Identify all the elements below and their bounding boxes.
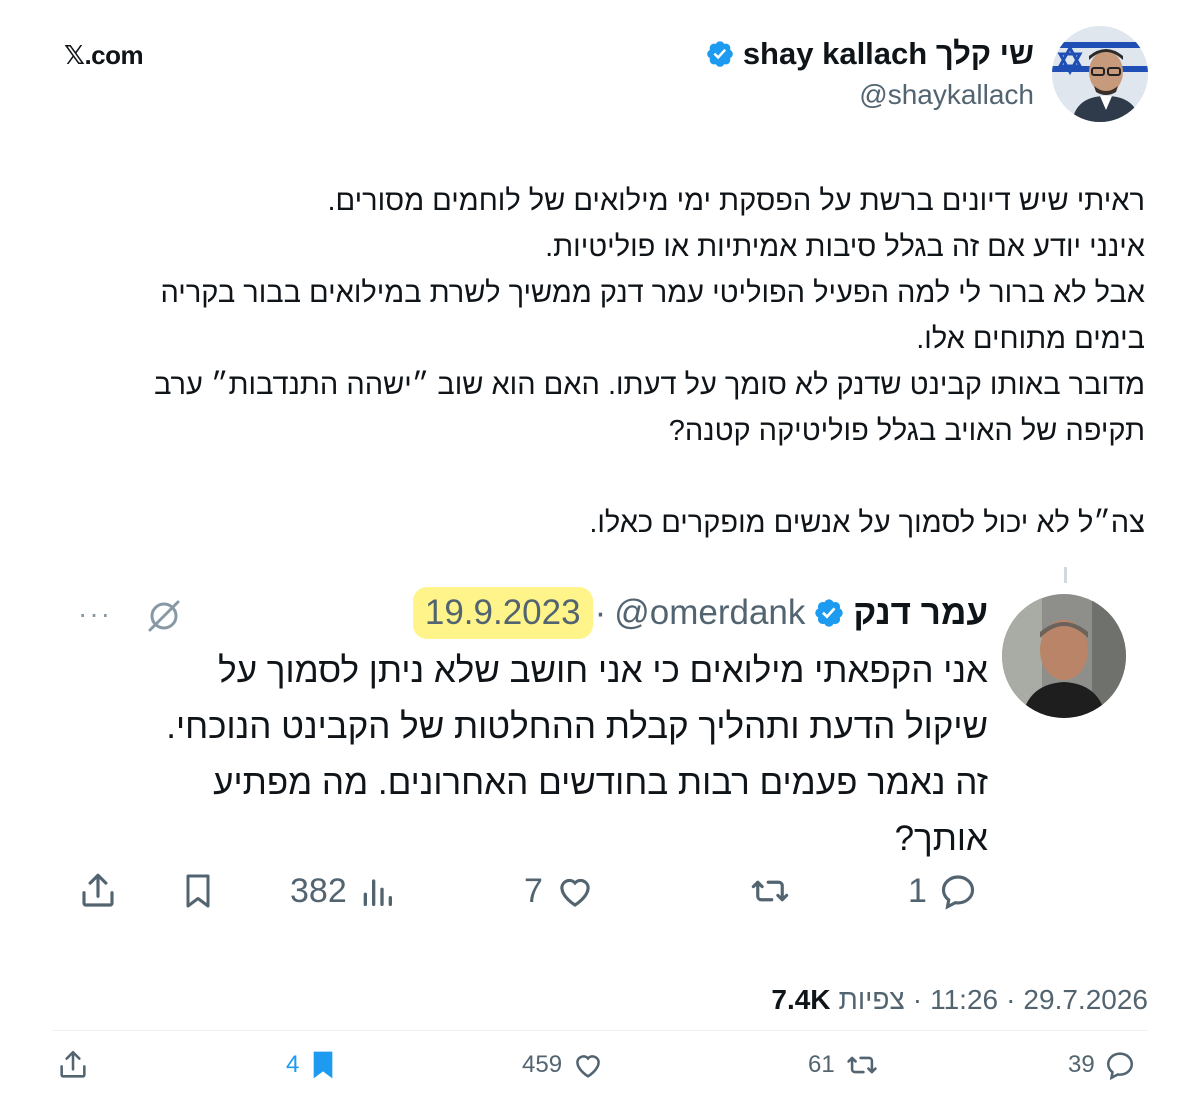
quoted-like-button[interactable]: 7 — [524, 870, 597, 912]
reply-icon — [1106, 1052, 1133, 1081]
separator-dot: · — [1006, 984, 1016, 1015]
analytics-icon — [363, 879, 392, 906]
tweet-paragraph: אבל לא ברור לי למה הפעיל הפוליטי עמר דנק… — [160, 277, 1145, 355]
author-name-row[interactable]: shay kallach שי קלך — [705, 36, 1034, 72]
quoted-author-name: עמר דנק — [853, 593, 988, 632]
reply-count: 39 — [1068, 1051, 1095, 1078]
more-options-icon[interactable]: ··· — [78, 598, 112, 630]
tweet-text: ראיתי שיש דיונים ברשת על הפסקת ימי מילוא… — [95, 178, 1145, 546]
quoted-views[interactable]: 382 — [290, 870, 397, 912]
bookmark-filled-icon — [314, 1051, 333, 1079]
quoted-line: זה נאמר פעמים רבות בחודשים האחרונים. מה … — [213, 763, 988, 802]
tweet-paragraph: ראיתי שיש דיונים ברשת על הפסקת ימי מילוא… — [327, 185, 1145, 217]
repost-count: 61 — [808, 1051, 835, 1078]
share-button[interactable] — [56, 1048, 90, 1082]
quoted-date-highlighted[interactable]: 19.9.2023 — [418, 593, 587, 633]
quoted-reply-button[interactable]: 1 — [908, 870, 979, 912]
like-button[interactable]: 459 — [522, 1048, 606, 1082]
tweet-meta: 7.4K צפיות · 11:26 · 29.7.2026 — [771, 984, 1148, 1016]
quoted-line: שיקול הדעת ותהליך קבלת ההחלטות של הקבינט… — [166, 707, 988, 746]
bookmark-icon — [186, 874, 210, 908]
quoted-line: אני הקפאתי מילואים כי אני חושב שלא ניתן … — [218, 651, 988, 690]
heart-icon — [560, 878, 590, 907]
tweet-time[interactable]: 11:26 — [930, 984, 998, 1016]
heart-icon — [576, 1055, 600, 1078]
quoted-views-count: 382 — [290, 871, 347, 910]
verified-badge-icon — [815, 599, 844, 627]
author-handle[interactable]: @shaykallach — [859, 79, 1034, 111]
quoted-bookmark-button[interactable] — [178, 870, 218, 912]
share-icon — [60, 1050, 86, 1078]
quoted-avatar[interactable] — [1002, 594, 1126, 718]
bookmark-button[interactable]: 4 — [286, 1048, 339, 1082]
bookmark-count: 4 — [286, 1051, 300, 1078]
site-label: 𝕏.com — [64, 40, 144, 70]
repost-icon — [846, 1056, 877, 1074]
like-count: 459 — [522, 1051, 563, 1078]
reply-button[interactable]: 39 — [1068, 1048, 1137, 1082]
tweet-paragraph-blank — [95, 454, 1145, 500]
share-icon — [82, 873, 114, 907]
author-name: shay kallach שי קלך — [742, 36, 1034, 71]
quoted-reply-count: 1 — [908, 871, 927, 910]
reply-icon — [941, 875, 975, 910]
grok-icon[interactable] — [144, 596, 184, 636]
quoted-share-button[interactable] — [76, 870, 120, 912]
tweet-paragraph: צה״ל לא יכול לסמוך על אנשים מופקרים כאלו… — [589, 507, 1145, 539]
separator-dot: · — [594, 593, 607, 632]
quoted-like-count: 7 — [524, 871, 543, 910]
quoted-text: אני הקפאתי מילואים כי אני חושב שלא ניתן … — [88, 643, 988, 867]
divider — [52, 1030, 1148, 1031]
verified-badge-icon — [707, 41, 733, 67]
avatar[interactable] — [1052, 26, 1148, 122]
tweet-paragraph: אינני יודע אם זה בגלל סיבות אמיתיות או פ… — [545, 231, 1145, 263]
quoted-author-handle: @omerdank — [614, 593, 806, 632]
quoted-repost-button[interactable] — [746, 870, 794, 912]
repost-icon — [751, 880, 789, 902]
quoted-header[interactable]: עמר דנק @omerdank · 19.9.2023 — [418, 588, 988, 638]
views-count: 7.4K — [771, 984, 831, 1015]
repost-button[interactable]: 61 — [808, 1048, 881, 1082]
tweet-paragraph: מדובר באותו קבינט שדנק לא סומך על דעתו. … — [154, 369, 1145, 447]
thread-line — [1064, 567, 1067, 583]
tweet-date[interactable]: 29.7.2026 — [1023, 984, 1148, 1016]
views-label: צפיות — [838, 984, 905, 1015]
separator-dot: · — [912, 984, 923, 1015]
quoted-line: אותך? — [894, 819, 988, 858]
